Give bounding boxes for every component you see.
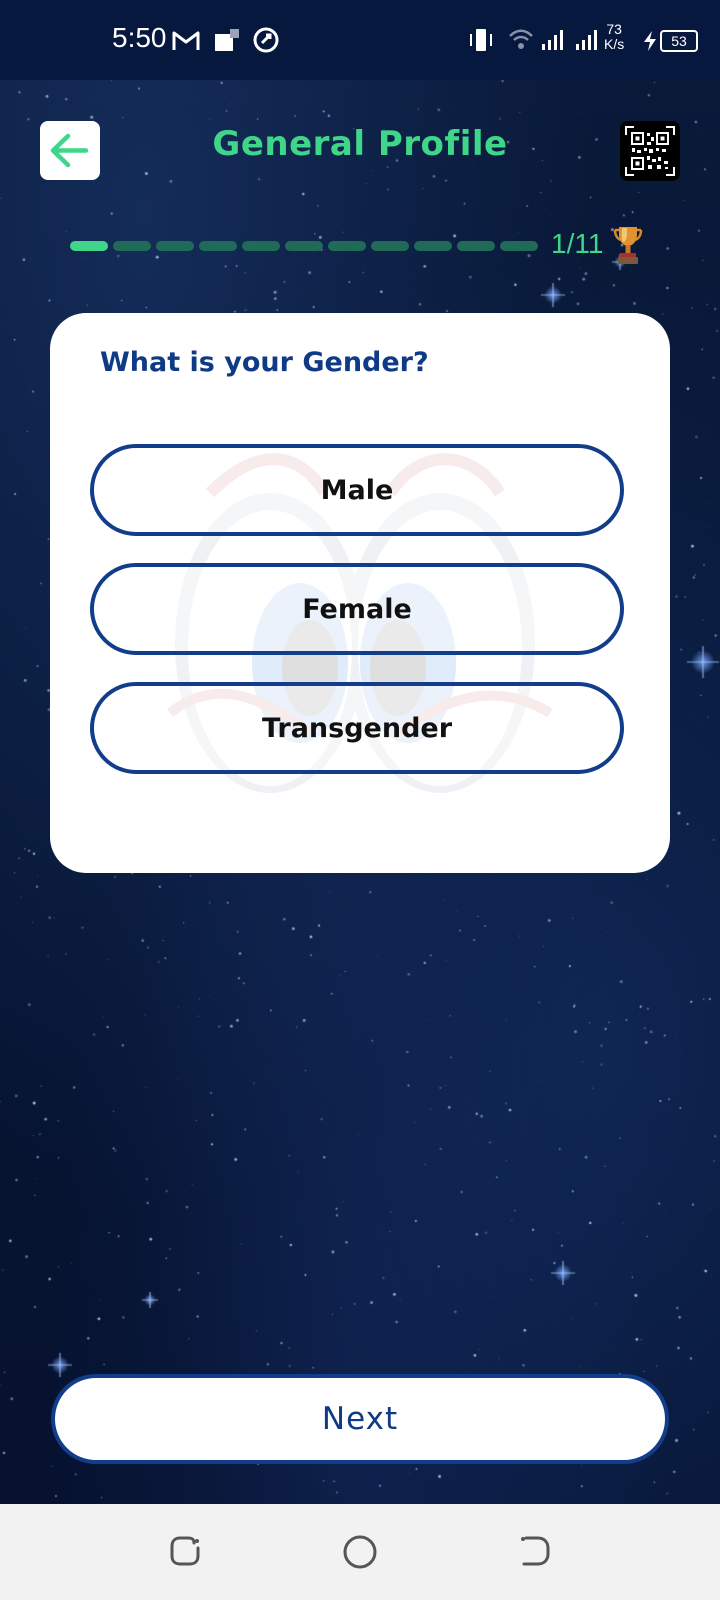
progress-segment bbox=[457, 241, 495, 251]
next-button[interactable]: Next bbox=[51, 1374, 669, 1464]
charging-icon bbox=[642, 30, 658, 52]
progress-segment bbox=[414, 241, 452, 251]
progress-segment bbox=[156, 241, 194, 251]
qr-code-button[interactable] bbox=[620, 121, 680, 181]
signal-icon bbox=[540, 28, 568, 52]
home-icon[interactable] bbox=[342, 1534, 378, 1570]
progress-counter: 1/11 bbox=[551, 228, 603, 260]
back-button[interactable] bbox=[40, 121, 100, 180]
progress-bar bbox=[70, 241, 540, 251]
progress-segment bbox=[242, 241, 280, 251]
page-title: General Profile bbox=[150, 124, 570, 164]
recent-apps-icon[interactable] bbox=[168, 1534, 202, 1568]
qr-code-icon bbox=[620, 121, 680, 181]
progress-segment bbox=[70, 241, 108, 251]
option-male[interactable]: Male bbox=[90, 444, 624, 536]
option-transgender[interactable]: Transgender bbox=[90, 682, 624, 774]
progress-segment bbox=[285, 241, 323, 251]
back-icon[interactable] bbox=[518, 1534, 552, 1568]
gmail-icon bbox=[172, 30, 200, 52]
progress-segment bbox=[500, 241, 538, 251]
question-card: What is your Gender? Male Female Transge… bbox=[50, 313, 670, 873]
app-circle-icon bbox=[252, 26, 280, 54]
signal-icon bbox=[574, 28, 602, 52]
progress-segment bbox=[371, 241, 409, 251]
navigation-bar bbox=[0, 1504, 720, 1600]
question-text: What is your Gender? bbox=[100, 347, 429, 378]
app-screen: General Profile bbox=[0, 0, 720, 1504]
status-bar: 5:50 73 K/s 53 bbox=[0, 0, 720, 80]
wifi-icon bbox=[508, 28, 534, 52]
status-time: 5:50 bbox=[112, 22, 167, 54]
vibrate-icon bbox=[468, 28, 494, 52]
progress-segment bbox=[328, 241, 366, 251]
battery-icon: 53 bbox=[660, 30, 698, 52]
trophy-icon bbox=[612, 224, 644, 266]
notification-square-icon bbox=[214, 28, 240, 52]
option-female[interactable]: Female bbox=[90, 563, 624, 655]
network-speed: 73 K/s bbox=[604, 22, 624, 52]
progress-segment bbox=[199, 241, 237, 251]
progress-segment bbox=[113, 241, 151, 251]
arrow-left-icon bbox=[40, 121, 100, 180]
